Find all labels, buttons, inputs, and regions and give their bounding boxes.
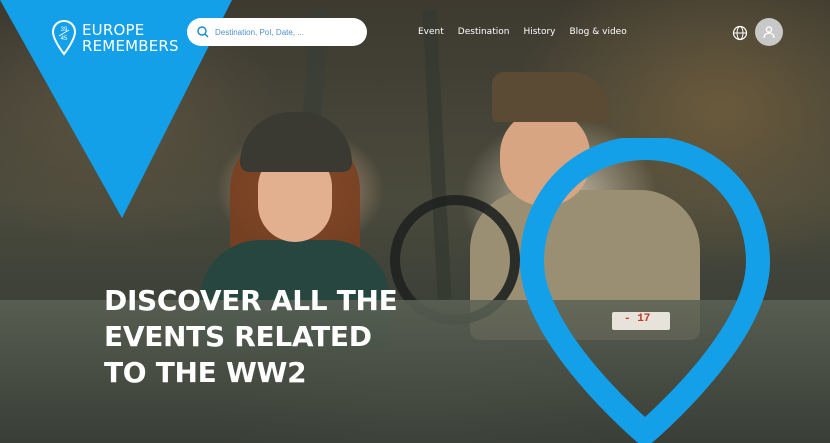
headline-line3: TO THE WW2 [104, 356, 307, 389]
account-button[interactable] [755, 18, 783, 46]
veteran-cap [492, 72, 610, 122]
search-input[interactable] [215, 27, 345, 37]
logo-mark-year-start: 39 [61, 27, 68, 33]
logo-line1: EUROPE [82, 21, 145, 39]
hero-headline: DISCOVER ALL THE EVENTS RELATED TO THE W… [104, 283, 398, 391]
nav-blog-video[interactable]: Blog & video [569, 27, 626, 37]
nav-history[interactable]: History [523, 27, 555, 37]
globe-icon[interactable] [732, 25, 748, 41]
nav-event[interactable]: Event [418, 27, 444, 37]
headline-line2: EVENTS RELATED [104, 320, 372, 353]
user-icon [763, 26, 775, 39]
map-pin-icon [520, 138, 770, 443]
logo-pin-icon: 39 45 [52, 20, 76, 56]
headline-line1: DISCOVER ALL THE [104, 284, 398, 317]
logo-wordmark: EUROPE REMEMBERS [82, 22, 179, 54]
woman-helmet [240, 112, 352, 172]
search-bar[interactable] [187, 18, 367, 46]
main-nav: Event Destination History Blog & video [418, 27, 627, 37]
nav-destination[interactable]: Destination [458, 27, 510, 37]
logo-mark-year-end: 45 [61, 36, 68, 42]
logo-line2: REMEMBERS [82, 37, 179, 55]
logo[interactable]: 39 45 EUROPE REMEMBERS [52, 20, 179, 56]
search-icon [197, 26, 209, 38]
